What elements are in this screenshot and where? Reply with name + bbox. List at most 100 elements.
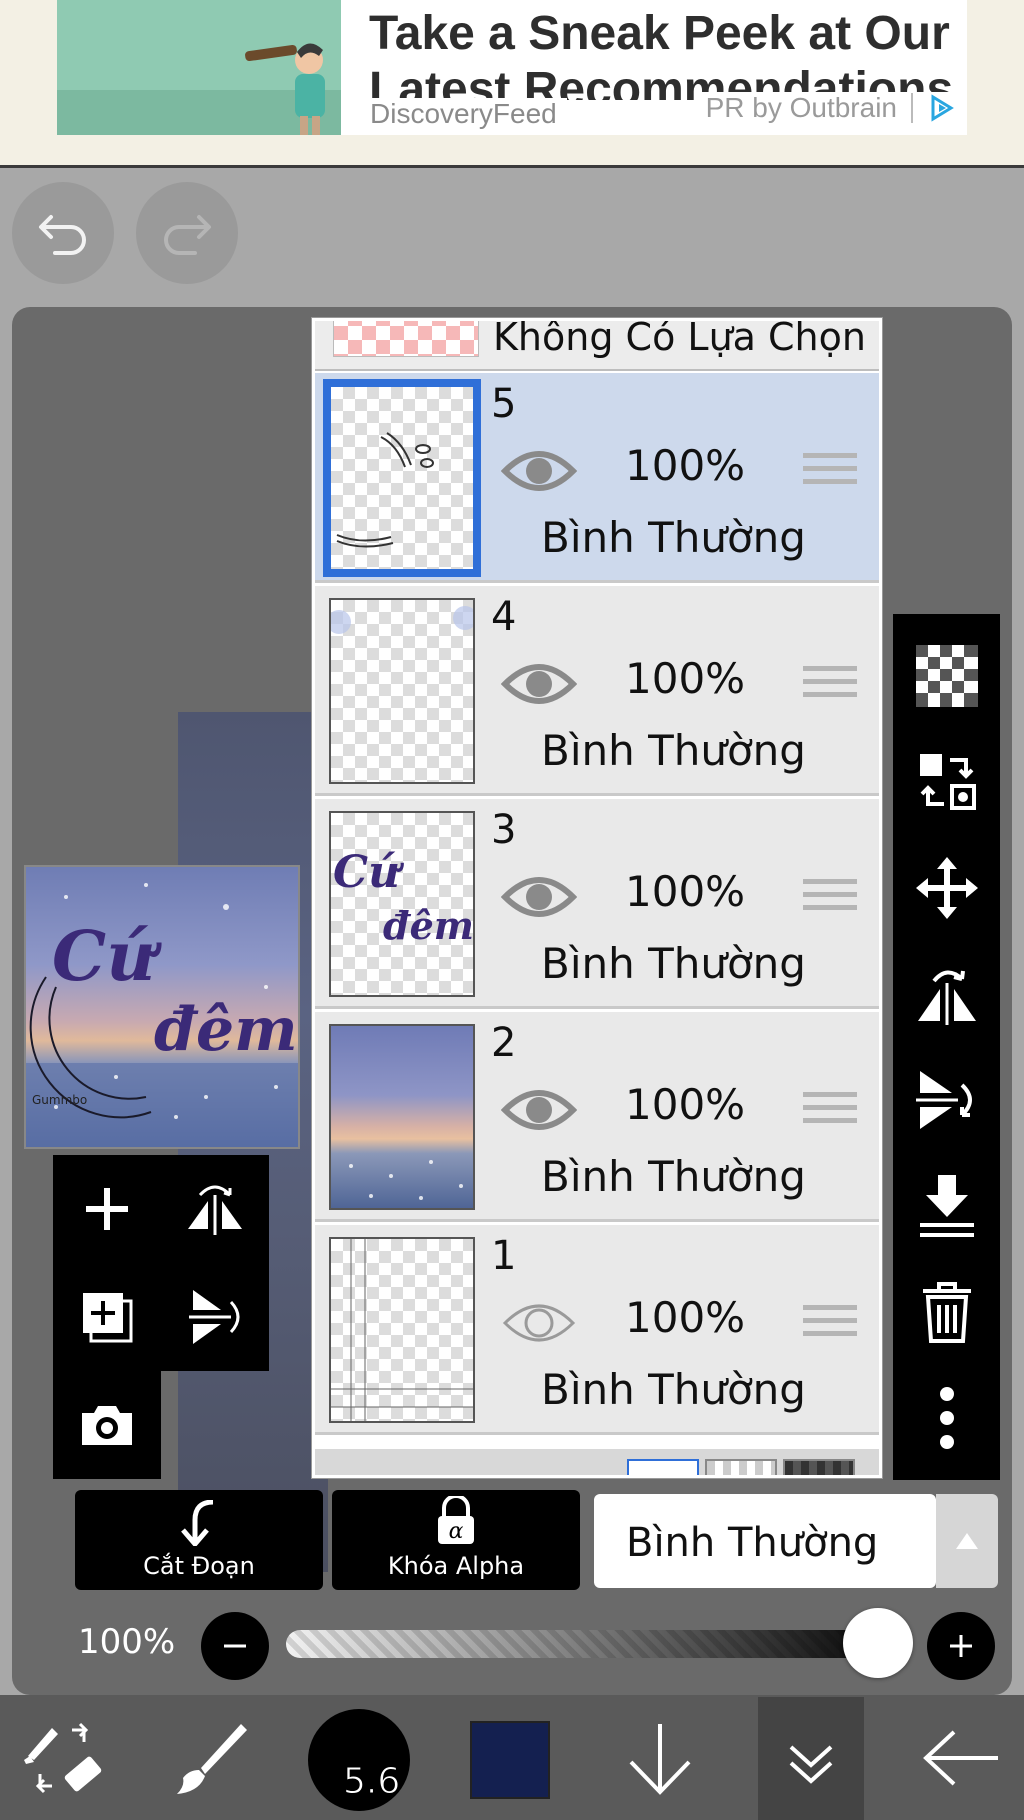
more-options-button[interactable] (893, 1368, 1000, 1468)
flip-vertical-icon (189, 1290, 240, 1344)
ad-headline[interactable]: Take a Sneak Peek at Our Latest Recommen… (369, 6, 967, 100)
opacity-increase-button[interactable] (927, 1612, 995, 1680)
mini-tools-row (53, 1155, 269, 1263)
opacity-decrease-button[interactable] (201, 1612, 269, 1680)
layer-row-3[interactable]: Cứ đêm 3 100% Bình Thường (315, 799, 879, 1009)
flip-vertical-button[interactable] (893, 1050, 1000, 1150)
adchoices-icon[interactable] (927, 94, 955, 122)
add-layer-icon (86, 1188, 128, 1230)
clipping-button[interactable]: Cắt Đoạn (75, 1490, 323, 1590)
flip-horizontal-button[interactable] (893, 944, 1000, 1044)
duplicate-layer-button[interactable] (53, 1263, 161, 1371)
preview-signature: Gummbo (32, 1093, 88, 1107)
delete-layer-button[interactable] (893, 1262, 1000, 1362)
undo-button[interactable] (12, 182, 114, 284)
drag-handle-icon[interactable] (803, 1092, 857, 1132)
drag-handle-icon[interactable] (803, 453, 857, 493)
eye-icon (500, 664, 578, 704)
eye-icon (500, 877, 578, 917)
trash-icon (922, 1282, 971, 1343)
visibility-toggle[interactable] (501, 1297, 577, 1349)
layer-number: 2 (491, 1020, 517, 1066)
background-dark-option[interactable] (783, 1459, 855, 1475)
mini-tools-row (53, 1263, 269, 1371)
flip-horizontal-icon (917, 970, 976, 1025)
layer-thumbnail (329, 1024, 475, 1210)
layer-transfer-button[interactable] (893, 732, 1000, 832)
opacity-value: 100% (78, 1622, 176, 1662)
preview-title: Cứ đêm Gummbo (32, 907, 298, 1117)
back-button[interactable] (918, 1695, 1002, 1820)
bottom-toolbar: 5.6 (0, 1695, 1024, 1820)
eye-icon (500, 451, 578, 491)
layers-tab-button[interactable] (758, 1697, 864, 1820)
ad-disclosure[interactable]: PR by Outbrain (697, 92, 955, 124)
ad-pr-label[interactable]: PR by Outbrain (706, 92, 897, 124)
layer-thumbnail (323, 379, 481, 577)
preview-title-line2: đêm (154, 995, 298, 1065)
more-icon (939, 1387, 954, 1449)
drag-handle-icon[interactable] (803, 879, 857, 919)
opacity-control: 100% (0, 1604, 1024, 1684)
ad-source[interactable]: DiscoveryFeed (370, 98, 567, 130)
undo-icon (39, 215, 86, 255)
alpha-lock-button[interactable]: α Khóa Alpha (332, 1490, 580, 1590)
layers-list[interactable]: Không Có Lựa Chọn 5 100% Bình Thường 4 1… (312, 318, 882, 1478)
color-swatch[interactable] (470, 1721, 550, 1799)
layer-thumbnail (329, 598, 475, 784)
selection-layer-row[interactable]: Không Có Lựa Chọn (315, 321, 879, 371)
layer-row-4[interactable]: 4 100% Bình Thường (315, 586, 879, 796)
visibility-toggle[interactable] (500, 871, 578, 923)
drag-handle-icon[interactable] (803, 1305, 857, 1345)
background-white-option[interactable] (627, 1459, 699, 1475)
layer-row-2[interactable]: 2 100% Bình Thường (315, 1012, 879, 1222)
flip-vertical-icon (915, 1071, 972, 1129)
transparency-icon (915, 645, 978, 707)
visibility-toggle[interactable] (500, 658, 578, 710)
blend-mode-select[interactable]: Bình Thường (594, 1494, 936, 1588)
layer-blend-mode: Bình Thường (541, 939, 806, 988)
background-checker-option[interactable] (705, 1459, 777, 1475)
ad-banner[interactable]: Take a Sneak Peek at Our Latest Recommen… (0, 0, 1024, 168)
merge-down-icon (919, 1175, 974, 1237)
opacity-slider-handle[interactable] (843, 1608, 913, 1678)
layer-number: 4 (491, 594, 517, 640)
layer-thumbnail-text: Cứ (333, 847, 401, 898)
redo-button[interactable] (136, 182, 238, 284)
drag-handle-icon[interactable] (803, 666, 857, 706)
brush-tool-button[interactable] (168, 1695, 254, 1820)
transparency-button[interactable] (893, 626, 1000, 726)
layer-opacity: 100% (625, 867, 746, 916)
layer-row-1[interactable]: 1 100% Bình Thường (315, 1225, 879, 1435)
lock-icon: α (438, 1496, 474, 1544)
flip-layer-horizontal-button[interactable] (161, 1155, 269, 1263)
move-button[interactable] (893, 838, 1000, 938)
ad-card[interactable]: Take a Sneak Peek at Our Latest Recommen… (57, 0, 967, 135)
selection-thumbnail (333, 321, 479, 357)
redo-icon (164, 215, 211, 255)
clipping-icon (181, 1500, 214, 1546)
ad-image[interactable] (57, 0, 341, 135)
brush-eraser-toggle-button[interactable] (20, 1695, 108, 1820)
divider (911, 93, 913, 123)
layer-opacity: 100% (625, 654, 746, 703)
flip-layer-vertical-button[interactable] (161, 1263, 269, 1371)
layer-number: 3 (491, 807, 517, 853)
alpha-lock-label: Khóa Alpha (387, 1552, 525, 1580)
visibility-toggle[interactable] (500, 445, 578, 497)
add-layer-button[interactable] (53, 1155, 161, 1263)
camera-button[interactable] (53, 1371, 161, 1479)
blend-mode-dropdown-button[interactable] (936, 1494, 998, 1588)
merge-down-button[interactable] (893, 1156, 1000, 1256)
layer-blend-mode: Bình Thường (541, 726, 806, 775)
no-selection-label: Không Có Lựa Chọn (493, 321, 866, 359)
duplicate-layer-icon (83, 1293, 133, 1343)
back-arrow-icon (923, 1730, 998, 1785)
download-button[interactable] (618, 1695, 702, 1820)
layer-number: 1 (491, 1233, 517, 1279)
visibility-toggle[interactable] (500, 1084, 578, 1136)
opacity-slider[interactable] (286, 1630, 898, 1658)
navigator-preview[interactable]: Cứ đêm Gummbo (24, 865, 300, 1149)
layer-row-5[interactable]: 5 100% Bình Thường (315, 373, 879, 583)
layer-transfer-icon (919, 754, 976, 810)
